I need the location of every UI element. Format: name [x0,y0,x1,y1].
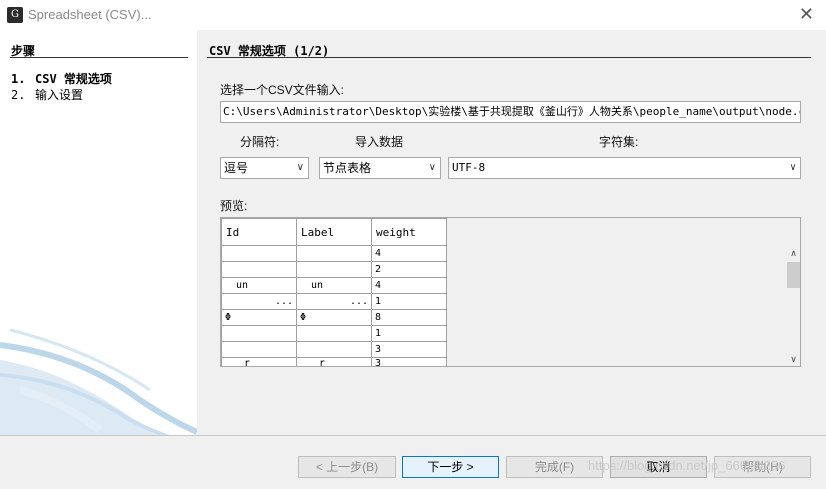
column-header: Label [296,218,372,246]
options-panel: CSV 常规选项 (1/2) 选择一个CSV文件输入: C:\Users\Adm… [197,30,826,435]
app-icon: G [7,7,23,23]
table-row: 4 [221,245,447,262]
preview-table: Id Label weight 4 2 un un 4 ... ... 1 Φ … [221,218,447,366]
table-row: 3 [221,341,447,358]
column-header: Id [221,218,297,246]
table-cell: un [221,277,297,294]
table-cell: r [296,357,372,366]
file-label: 选择一个CSV文件输入: [220,83,345,97]
table-row: 1 [221,325,447,342]
table-cell: un [296,277,372,294]
table-cell: 4 [371,245,447,262]
table-cell: 3 [371,357,447,366]
column-header: weight [371,218,447,246]
table-cell: ... [221,293,297,310]
title-divider [207,57,811,58]
table-cell: Φ [296,309,372,326]
step-number: 1. [11,72,26,86]
steps-divider [10,57,188,58]
close-icon[interactable]: ✕ [799,4,814,24]
table-cell: 8 [371,309,447,326]
table-row: r r 3 [221,357,447,366]
import-type-value: 节点表格 [323,161,372,175]
table-cell: ... [296,293,372,310]
chevron-down-icon: ∨ [296,162,304,173]
vertical-scrollbar[interactable]: ∧ ∨ [786,246,800,366]
scroll-up-icon[interactable]: ∧ [786,246,800,260]
chevron-down-icon: ∨ [789,162,796,173]
charset-select[interactable]: UTF-8 ∨ [448,157,801,179]
table-cell [221,341,297,358]
table-row: ... ... 1 [221,293,447,310]
table-cell [221,261,297,278]
file-path-field[interactable]: C:\Users\Administrator\Desktop\实验楼\基于共现提… [220,101,801,123]
separator-value: 逗号 [224,161,249,175]
step-number: 2. [11,88,26,102]
step-label: 输入设置 [35,88,84,102]
table-cell: r [221,357,297,366]
next-button[interactable]: 下一步 > [402,456,499,478]
preview-label: 预览: [220,199,248,213]
title-bar: G Spreadsheet (CSV)... ✕ [0,0,826,30]
table-cell: 1 [371,325,447,342]
table-cell: 3 [371,341,447,358]
table-row: 2 [221,261,447,278]
table-cell [296,341,372,358]
table-row: Φ Φ 8 [221,309,447,326]
table-header-row: Id Label weight [221,218,447,246]
step-item-2: 2. 输入设置 [11,86,83,103]
table-cell [296,245,372,262]
step-label: CSV 常规选项 [35,72,112,86]
table-cell: 4 [371,277,447,294]
table-cell [221,245,297,262]
table-cell [221,325,297,342]
separator-select[interactable]: 逗号 ∨ [220,157,309,179]
preview-area: Id Label weight 4 2 un un 4 ... ... 1 Φ … [220,217,801,367]
chevron-down-icon: ∨ [428,162,436,173]
table-cell: 2 [371,261,447,278]
scroll-down-icon[interactable]: ∨ [786,352,800,366]
table-row: un un 4 [221,277,447,294]
import-label: 导入数据 [355,135,404,149]
step-item-1: 1. CSV 常规选项 [11,70,112,87]
separator-label: 分隔符: [240,135,280,149]
steps-panel: 步骤 1. CSV 常规选项 2. 输入设置 [0,30,197,435]
decorative-swoosh-graphic [0,328,197,435]
button-bar: < 上一步(B) 下一步 > 完成(F) 取消 帮助(H) https://bl… [0,435,826,489]
watermark-text: https://blog.csdn.net/jp_666xiu256 [588,458,786,473]
prev-button[interactable]: < 上一步(B) [298,456,396,478]
charset-value: UTF-8 [452,161,486,174]
table-cell [296,325,372,342]
scroll-thumb[interactable] [787,262,800,288]
table-cell [296,261,372,278]
window-title: Spreadsheet (CSV)... [28,7,152,22]
charset-label: 字符集: [599,135,639,149]
table-cell: 1 [371,293,447,310]
import-type-select[interactable]: 节点表格 ∨ [319,157,441,179]
table-cell: Φ [221,309,297,326]
